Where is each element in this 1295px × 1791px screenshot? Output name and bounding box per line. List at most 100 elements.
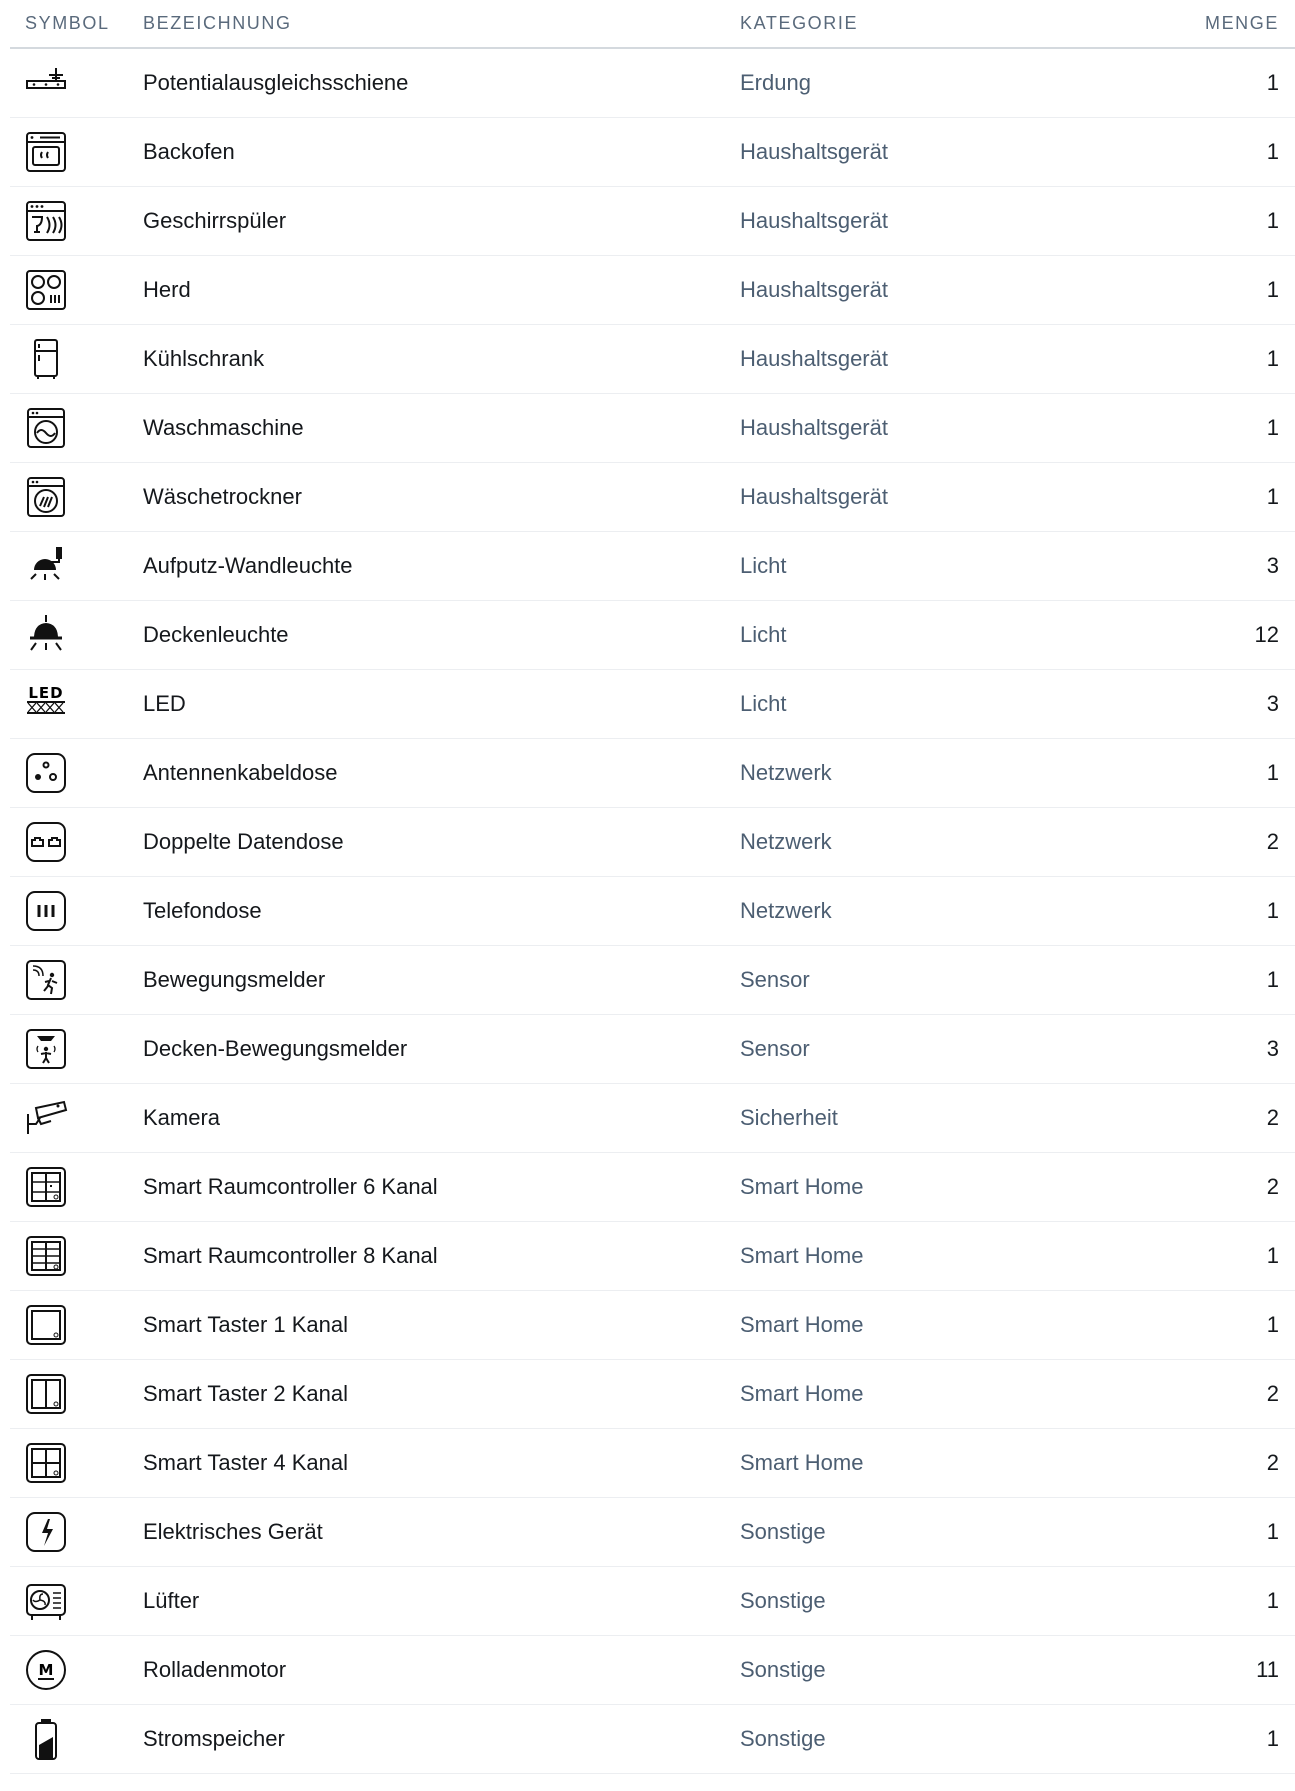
symbol-cell [10,1152,143,1222]
oven-icon [24,130,68,174]
quantity-cell: 3 [1140,531,1295,601]
table-row[interactable]: Elektrisches Gerät Sonstige 1 [10,1497,1295,1567]
symbol-cell [10,531,143,601]
category-cell: Smart Home [740,1359,1140,1429]
table-row[interactable]: Stromspeicher Sonstige 1 [10,1704,1295,1774]
quantity-cell: 1 [1140,255,1295,325]
name-cell: Telefondose [143,876,740,946]
quantity-cell: 2 [1140,1359,1295,1429]
symbol-cell [10,393,143,463]
wall-light-icon [24,544,68,588]
name-cell: Elektrisches Gerät [143,1497,740,1567]
symbol-cell [10,1290,143,1360]
washing-machine-icon [24,406,68,450]
quantity-cell: 2 [1140,807,1295,877]
camera-icon [24,1096,68,1140]
quantity-cell: 1 [1140,876,1295,946]
table-row[interactable]: Smart Taster 1 Kanal Smart Home 1 [10,1290,1295,1360]
table-row[interactable]: Waschmaschine Haushaltsgerät 1 [10,393,1295,463]
table-row[interactable]: Bewegungsmelder Sensor 1 [10,945,1295,1015]
symbol-cell [10,1497,143,1567]
symbol-cell [10,117,143,187]
symbol-cell: LED [10,669,143,739]
symbol-cell [10,600,143,670]
name-cell: Smart Taster 1 Kanal [143,1290,740,1360]
name-cell: Waschmaschine [143,393,740,463]
category-cell: Netzwerk [740,738,1140,808]
symbol-table: SYMBOL BEZEICHNUNG KATEGORIE MENGE Poten… [10,0,1295,1774]
name-cell: Smart Raumcontroller 6 Kanal [143,1152,740,1222]
category-cell: Sensor [740,945,1140,1015]
symbol-cell [10,1359,143,1429]
table-row[interactable]: Aufputz-Wandleuchte Licht 3 [10,531,1295,601]
fridge-icon [24,337,68,381]
quantity-cell: 1 [1140,48,1295,118]
table-row[interactable]: Smart Raumcontroller 6 Kanal Smart Home 2 [10,1152,1295,1222]
room-controller-6-icon [24,1165,68,1209]
name-cell: Antennenkabeldose [143,738,740,808]
table-row[interactable]: Lüfter Sonstige 1 [10,1566,1295,1636]
quantity-cell: 1 [1140,1290,1295,1360]
name-cell: Backofen [143,117,740,187]
category-cell: Licht [740,669,1140,739]
table-row[interactable]: Kamera Sicherheit 2 [10,1083,1295,1153]
column-header-symbol[interactable]: SYMBOL [10,0,143,49]
quantity-cell: 2 [1140,1083,1295,1153]
symbol-cell [10,186,143,256]
header-row: SYMBOL BEZEICHNUNG KATEGORIE MENGE [10,0,1295,49]
table-row[interactable]: Doppelte Datendose Netzwerk 2 [10,807,1295,877]
symbol-cell [10,1221,143,1291]
table-row[interactable]: Herd Haushaltsgerät 1 [10,255,1295,325]
quantity-cell: 1 [1140,1704,1295,1774]
table-row[interactable]: LED LED Licht 3 [10,669,1295,739]
name-cell: Smart Raumcontroller 8 Kanal [143,1221,740,1291]
ceiling-light-icon [24,613,68,657]
table-row[interactable]: Wäschetrockner Haushaltsgerät 1 [10,462,1295,532]
table-row[interactable]: Decken-Bewegungsmelder Sensor 3 [10,1014,1295,1084]
name-cell: Herd [143,255,740,325]
motion-sensor-icon [24,958,68,1002]
shutter-motor-icon: M [24,1648,68,1692]
button-2-channel-icon [24,1372,68,1416]
quantity-cell: 12 [1140,600,1295,670]
category-cell: Licht [740,531,1140,601]
table-row[interactable]: Smart Taster 4 Kanal Smart Home 2 [10,1428,1295,1498]
category-cell: Sonstige [740,1704,1140,1774]
column-header-category[interactable]: KATEGORIE [740,0,1140,49]
name-cell: Smart Taster 2 Kanal [143,1359,740,1429]
table-row[interactable]: Backofen Haushaltsgerät 1 [10,117,1295,187]
name-cell: Wäschetrockner [143,462,740,532]
dishwasher-icon [24,199,68,243]
symbol-cell [10,462,143,532]
category-cell: Sonstige [740,1635,1140,1705]
table-row[interactable]: Potentialausgleichsschiene Erdung 1 [10,48,1295,118]
table-row[interactable]: Kühlschrank Haushaltsgerät 1 [10,324,1295,394]
led-icon: LED [24,682,68,726]
table-row[interactable]: Geschirrspüler Haushaltsgerät 1 [10,186,1295,256]
name-cell: Smart Taster 4 Kanal [143,1428,740,1498]
name-cell: Lüfter [143,1566,740,1636]
name-cell: Doppelte Datendose [143,807,740,877]
column-header-name[interactable]: BEZEICHNUNG [143,0,740,49]
quantity-cell: 11 [1140,1635,1295,1705]
button-1-channel-icon [24,1303,68,1347]
category-cell: Sonstige [740,1497,1140,1567]
name-cell: LED [143,669,740,739]
table-row[interactable]: Smart Raumcontroller 8 Kanal Smart Home 1 [10,1221,1295,1291]
category-cell: Smart Home [740,1290,1140,1360]
symbol-cell: M [10,1635,143,1705]
table-row[interactable]: Smart Taster 2 Kanal Smart Home 2 [10,1359,1295,1429]
table-row[interactable]: Antennenkabeldose Netzwerk 1 [10,738,1295,808]
column-header-quantity[interactable]: MENGE [1140,0,1295,49]
name-cell: Deckenleuchte [143,600,740,670]
table-row[interactable]: M Rolladenmotor Sonstige 11 [10,1635,1295,1705]
antenna-socket-icon [24,751,68,795]
table-row[interactable]: Deckenleuchte Licht 12 [10,600,1295,670]
table-row[interactable]: Telefondose Netzwerk 1 [10,876,1295,946]
category-cell: Sonstige [740,1566,1140,1636]
dryer-icon [24,475,68,519]
symbol-cell [10,255,143,325]
category-cell: Haushaltsgerät [740,324,1140,394]
quantity-cell: 1 [1140,393,1295,463]
category-cell: Netzwerk [740,807,1140,877]
